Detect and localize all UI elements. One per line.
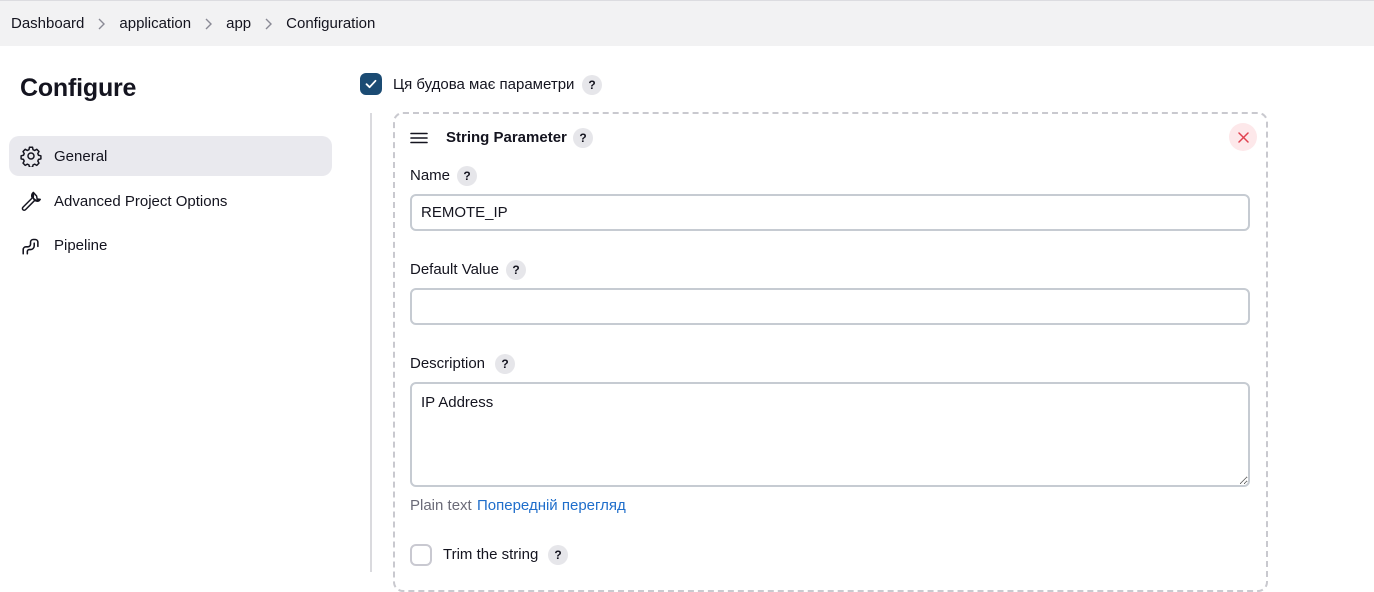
drag-handle-icon[interactable] bbox=[410, 130, 428, 146]
trim-string-label[interactable]: Trim the string bbox=[443, 546, 538, 563]
sidebar-item-general[interactable]: General bbox=[9, 136, 332, 176]
default-value-input[interactable] bbox=[410, 288, 1250, 325]
parameterized-checkbox[interactable] bbox=[360, 73, 382, 95]
chevron-right-icon bbox=[251, 18, 286, 30]
section-divider bbox=[370, 113, 372, 572]
checkmark-icon bbox=[365, 79, 377, 89]
pipeline-icon bbox=[20, 234, 42, 256]
parameterized-label[interactable]: Ця будова має параметри bbox=[393, 76, 574, 93]
wrench-icon bbox=[20, 190, 42, 212]
description-label: Description bbox=[410, 355, 486, 372]
help-icon[interactable]: ? bbox=[457, 166, 477, 186]
format-hint: Plain text bbox=[410, 497, 472, 514]
trim-string-checkbox[interactable] bbox=[410, 544, 432, 566]
name-input[interactable] bbox=[410, 194, 1250, 231]
chevron-right-icon bbox=[84, 18, 119, 30]
sidebar-item-label: Pipeline bbox=[54, 236, 108, 254]
string-parameter-title: String Parameter bbox=[446, 129, 567, 146]
help-icon[interactable]: ? bbox=[573, 128, 593, 148]
breadcrumb-application[interactable]: application bbox=[119, 15, 191, 32]
remove-parameter-button[interactable] bbox=[1229, 123, 1257, 151]
breadcrumb-configuration[interactable]: Configuration bbox=[286, 15, 375, 32]
breadcrumb-dashboard[interactable]: Dashboard bbox=[11, 15, 84, 32]
sidebar-item-label: Advanced Project Options bbox=[54, 192, 228, 210]
breadcrumb-app[interactable]: app bbox=[226, 15, 251, 32]
string-parameter-card bbox=[393, 112, 1268, 592]
breadcrumb: Dashboard application app Configuration bbox=[0, 0, 1374, 46]
help-icon[interactable]: ? bbox=[495, 354, 515, 374]
help-icon[interactable]: ? bbox=[506, 260, 526, 280]
preview-link[interactable]: Попередній перегляд bbox=[477, 497, 626, 514]
gear-icon bbox=[20, 145, 42, 167]
help-icon[interactable]: ? bbox=[548, 545, 568, 565]
name-label: Name bbox=[410, 167, 451, 184]
page-title: Configure bbox=[20, 74, 137, 102]
sidebar-item-advanced-project-options[interactable]: Advanced Project Options bbox=[9, 181, 332, 221]
default-value-label: Default Value bbox=[410, 261, 499, 278]
description-textarea[interactable]: IP Address bbox=[410, 382, 1250, 487]
chevron-right-icon bbox=[191, 18, 226, 30]
sidebar-item-pipeline[interactable]: Pipeline bbox=[9, 225, 332, 265]
help-icon[interactable]: ? bbox=[582, 75, 602, 95]
close-icon bbox=[1237, 131, 1249, 143]
sidebar-item-label: General bbox=[54, 147, 108, 165]
